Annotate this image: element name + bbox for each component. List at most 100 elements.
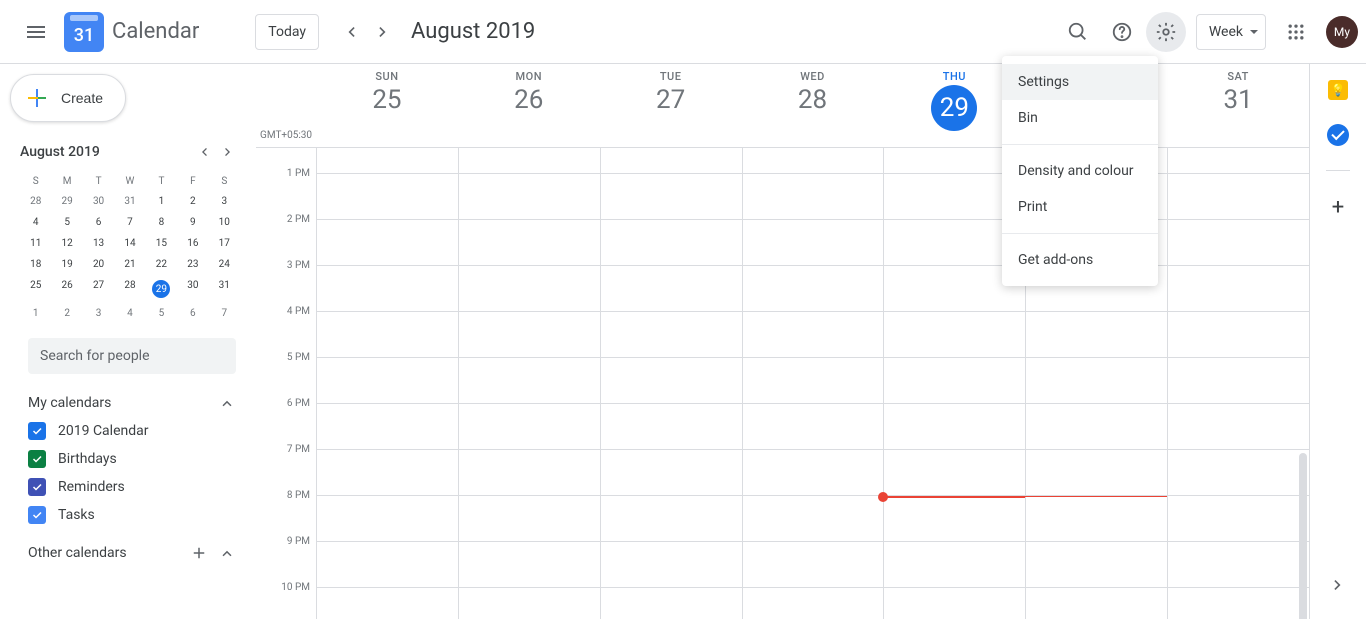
- grid-day-column[interactable]: [600, 148, 742, 619]
- mini-cal-day[interactable]: 29: [146, 275, 177, 303]
- grid-hour-cell[interactable]: [884, 450, 1025, 496]
- grid-hour-cell[interactable]: [459, 358, 600, 404]
- settings-menu-item[interactable]: Density and colour: [1002, 153, 1158, 189]
- grid-hour-cell[interactable]: [459, 404, 600, 450]
- mini-cal-day[interactable]: 11: [20, 233, 51, 254]
- search-people-input[interactable]: Search for people: [28, 338, 236, 374]
- grid-hour-cell[interactable]: [743, 148, 884, 174]
- mini-cal-day[interactable]: 28: [20, 191, 51, 212]
- main-menu-button[interactable]: [12, 8, 60, 56]
- grid-hour-cell[interactable]: [1168, 312, 1309, 358]
- grid-hour-cell[interactable]: [601, 358, 742, 404]
- grid-hour-cell[interactable]: [743, 450, 884, 496]
- mini-cal-day[interactable]: 17: [209, 233, 240, 254]
- mini-cal-day[interactable]: 5: [146, 303, 177, 324]
- keep-icon[interactable]: 💡: [1328, 80, 1348, 100]
- calendar-checkbox[interactable]: [28, 450, 46, 468]
- settings-menu-item[interactable]: Print: [1002, 189, 1158, 225]
- other-calendars-toggle[interactable]: Other calendars: [28, 544, 236, 562]
- grid-hour-cell[interactable]: [317, 404, 458, 450]
- grid-day-column[interactable]: [1167, 148, 1309, 619]
- grid-hour-cell[interactable]: [1168, 404, 1309, 450]
- grid-hour-cell[interactable]: [317, 588, 458, 619]
- mini-cal-day[interactable]: 12: [51, 233, 82, 254]
- grid-hour-cell[interactable]: [601, 220, 742, 266]
- grid-hour-cell[interactable]: [601, 588, 742, 619]
- mini-cal-day[interactable]: 29: [51, 191, 82, 212]
- grid-hour-cell[interactable]: [884, 404, 1025, 450]
- grid-hour-cell[interactable]: [1026, 496, 1167, 542]
- add-addon-button[interactable]: +: [1332, 195, 1344, 220]
- mini-cal-day[interactable]: 2: [51, 303, 82, 324]
- grid-hour-cell[interactable]: [317, 312, 458, 358]
- grid-hour-cell[interactable]: [317, 358, 458, 404]
- grid-hour-cell[interactable]: [1168, 174, 1309, 220]
- grid-hour-cell[interactable]: [884, 358, 1025, 404]
- mini-cal-day[interactable]: 5: [51, 212, 82, 233]
- grid-hour-cell[interactable]: [459, 174, 600, 220]
- mini-prev-button[interactable]: [192, 140, 216, 164]
- grid-hour-cell[interactable]: [1168, 220, 1309, 266]
- grid-hour-cell[interactable]: [743, 174, 884, 220]
- mini-cal-day[interactable]: 24: [209, 254, 240, 275]
- mini-cal-day[interactable]: 26: [51, 275, 82, 303]
- mini-cal-day[interactable]: 1: [20, 303, 51, 324]
- mini-cal-day[interactable]: 6: [83, 212, 114, 233]
- mini-cal-day[interactable]: 13: [83, 233, 114, 254]
- grid-hour-cell[interactable]: [459, 220, 600, 266]
- grid-hour-cell[interactable]: [317, 450, 458, 496]
- prev-period-button[interactable]: [335, 16, 367, 48]
- mini-cal-day[interactable]: 23: [177, 254, 208, 275]
- sidepanel-expand-button[interactable]: [1328, 575, 1348, 599]
- mini-cal-day[interactable]: 6: [177, 303, 208, 324]
- grid-hour-cell[interactable]: [317, 496, 458, 542]
- grid-hour-cell[interactable]: [601, 312, 742, 358]
- grid-hour-cell[interactable]: [743, 588, 884, 619]
- calendar-checkbox[interactable]: [28, 506, 46, 524]
- grid-hour-cell[interactable]: [317, 266, 458, 312]
- mini-next-button[interactable]: [216, 140, 240, 164]
- mini-cal-day[interactable]: 18: [20, 254, 51, 275]
- apps-button[interactable]: [1276, 12, 1316, 52]
- grid-hour-cell[interactable]: [459, 588, 600, 619]
- grid-hour-cell[interactable]: [317, 148, 458, 174]
- calendar-list-item[interactable]: 2019 Calendar: [28, 422, 236, 440]
- grid-hour-cell[interactable]: [1168, 450, 1309, 496]
- grid-hour-cell[interactable]: [601, 174, 742, 220]
- mini-cal-day[interactable]: 8: [146, 212, 177, 233]
- grid-hour-cell[interactable]: [743, 266, 884, 312]
- grid-hour-cell[interactable]: [743, 404, 884, 450]
- grid-hour-cell[interactable]: [317, 220, 458, 266]
- grid-hour-cell[interactable]: [601, 496, 742, 542]
- day-column-header[interactable]: SUN25: [316, 64, 458, 147]
- help-button[interactable]: [1102, 12, 1142, 52]
- grid-hour-cell[interactable]: [1026, 588, 1167, 619]
- create-button[interactable]: Create: [10, 74, 126, 122]
- day-column-header[interactable]: SAT31: [1167, 64, 1309, 147]
- grid-hour-cell[interactable]: [1026, 404, 1167, 450]
- grid-hour-cell[interactable]: [601, 148, 742, 174]
- calendar-list-item[interactable]: Reminders: [28, 478, 236, 496]
- grid-hour-cell[interactable]: [1026, 450, 1167, 496]
- grid-hour-cell[interactable]: [1168, 148, 1309, 174]
- settings-menu-item[interactable]: Settings: [1002, 64, 1158, 100]
- grid-hour-cell[interactable]: [1168, 588, 1309, 619]
- mini-cal-day[interactable]: 3: [83, 303, 114, 324]
- mini-cal-day[interactable]: 27: [83, 275, 114, 303]
- account-avatar[interactable]: My: [1326, 16, 1358, 48]
- grid-hour-cell[interactable]: [743, 358, 884, 404]
- today-button[interactable]: Today: [255, 14, 319, 50]
- mini-cal-day[interactable]: 14: [114, 233, 145, 254]
- grid-hour-cell[interactable]: [1168, 358, 1309, 404]
- calendar-checkbox[interactable]: [28, 478, 46, 496]
- calendar-list-item[interactable]: Tasks: [28, 506, 236, 524]
- grid-day-column[interactable]: [316, 148, 458, 619]
- grid-hour-cell[interactable]: [601, 542, 742, 588]
- grid-hour-cell[interactable]: [884, 312, 1025, 358]
- tasks-icon[interactable]: [1327, 124, 1349, 146]
- mini-cal-day[interactable]: 2: [177, 191, 208, 212]
- grid-hour-cell[interactable]: [1168, 496, 1309, 542]
- mini-cal-day[interactable]: 30: [83, 191, 114, 212]
- mini-cal-day[interactable]: 20: [83, 254, 114, 275]
- grid-hour-cell[interactable]: [884, 588, 1025, 619]
